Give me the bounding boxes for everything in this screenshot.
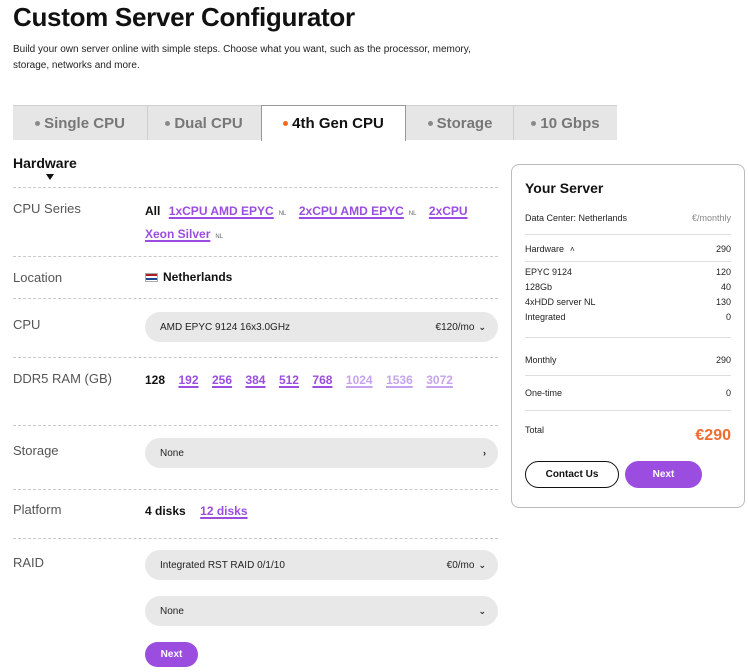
raid-secondary-select[interactable]: None ⌄ xyxy=(145,596,498,626)
cpu-select-value: AMD EPYC 9124 16x3.0GHz xyxy=(160,321,291,333)
ram-options: 128 192 256 384 512 768 1024 1536 3072 xyxy=(145,371,485,389)
divider xyxy=(13,538,498,539)
bullet-icon xyxy=(283,121,289,126)
bullet-icon xyxy=(531,120,537,126)
ram-option-1024[interactable]: 1024 xyxy=(346,373,373,387)
raid-select-price: €0/mo xyxy=(446,559,475,571)
summary-item-row: 128Gb 40 xyxy=(525,282,731,292)
storage-label: Storage xyxy=(13,443,59,458)
ram-option-128[interactable]: 128 xyxy=(145,373,165,387)
cpu-series-option-1xcpu-amd-epyc[interactable]: 1xCPU AMD EPYC NL xyxy=(169,202,291,219)
chevron-down-icon: ⌄ xyxy=(478,559,486,570)
summary-divider xyxy=(525,375,731,376)
tab-10-gbps[interactable]: 10 Gbps xyxy=(514,106,617,140)
cpu-series-option-2xcpu-amd-epyc[interactable]: 2xCPU AMD EPYC NL xyxy=(299,202,421,219)
ram-option-512[interactable]: 512 xyxy=(279,373,299,387)
summary-unit-label: €/monthly xyxy=(691,213,731,223)
platform-option-12-disks[interactable]: 12 disks xyxy=(200,504,247,518)
bullet-icon xyxy=(165,120,171,126)
cpu-series-label: CPU Series xyxy=(13,201,81,216)
platform-options: 4 disks 12 disks xyxy=(145,502,258,520)
summary-next-button[interactable]: Next xyxy=(625,461,702,488)
ram-option-192[interactable]: 192 xyxy=(178,373,198,387)
bullet-icon xyxy=(35,120,41,126)
cpu-label: CPU xyxy=(13,317,41,332)
ram-option-384[interactable]: 384 xyxy=(245,373,265,387)
summary-datacenter-row: Data Center: Netherlands €/monthly xyxy=(525,213,731,223)
tab-single-cpu[interactable]: Single CPU xyxy=(13,106,147,140)
chevron-down-icon: ⌄ xyxy=(478,605,486,616)
raid-select[interactable]: Integrated RST RAID 0/1/10 €0/mo ⌄ xyxy=(145,550,498,580)
platform-option-4-disks[interactable]: 4 disks xyxy=(145,504,186,518)
location-label: Location xyxy=(13,270,63,285)
summary-title: Your Server xyxy=(525,180,604,196)
summary-divider xyxy=(525,337,731,338)
divider xyxy=(13,357,498,358)
summary-onetime-value: 0 xyxy=(725,388,731,398)
raid-label: RAID xyxy=(13,555,45,570)
cpu-select[interactable]: AMD EPYC 9124 16x3.0GHz €120/mo ⌄ xyxy=(145,312,498,342)
platform-label: Platform xyxy=(13,502,62,517)
summary-monthly-label: Monthly xyxy=(525,355,557,365)
ram-label: DDR5 RAM (GB) xyxy=(13,371,112,386)
summary-hardware-value: 290 xyxy=(715,244,731,254)
divider xyxy=(13,256,498,257)
tab-storage[interactable]: Storage xyxy=(407,106,513,140)
summary-total-row: Total €290 xyxy=(525,425,731,445)
summary-hardware-label: Hardware xyxy=(525,244,565,254)
page-title: Custom Server Configurator xyxy=(13,2,355,32)
location-option-netherlands[interactable]: Netherlands xyxy=(145,270,232,284)
summary-item-row: Integrated 0 xyxy=(525,312,731,322)
ram-option-768[interactable]: 768 xyxy=(312,373,332,387)
server-summary-panel: Your Server Data Center: Netherlands €/m… xyxy=(511,164,745,508)
summary-divider xyxy=(525,410,731,411)
storage-select[interactable]: None › xyxy=(145,438,498,468)
caret-up-icon[interactable]: ˄ xyxy=(570,245,575,254)
summary-divider xyxy=(525,234,731,235)
storage-select-value: None xyxy=(160,447,184,459)
divider xyxy=(13,298,498,299)
chevron-right-icon: › xyxy=(483,448,486,458)
summary-onetime-label: One-time xyxy=(525,388,563,398)
chevron-down-icon: ⌄ xyxy=(478,321,486,332)
raid-select-value: Integrated RST RAID 0/1/10 xyxy=(160,559,285,571)
summary-datacenter-label: Data Center: Netherlands xyxy=(525,213,628,223)
summary-total-value: €290 xyxy=(695,427,731,444)
summary-hardware-row[interactable]: Hardware ˄ 290 xyxy=(525,244,731,254)
netherlands-flag-icon xyxy=(145,272,158,282)
summary-onetime-row: One-time 0 xyxy=(525,388,731,398)
cpu-series-options: All 1xCPU AMD EPYC NL 2xCPU AMD EPYC NL 2x… xyxy=(145,201,485,247)
summary-monthly-row: Monthly 290 xyxy=(525,355,731,365)
cpu-series-option-all[interactable]: All xyxy=(145,204,160,218)
divider xyxy=(13,425,498,426)
cpu-select-price: €120/mo xyxy=(435,321,475,333)
summary-item-row: 4xHDD server NL 130 xyxy=(525,297,731,307)
product-tabs: Single CPU Dual CPU 4th Gen CPU Storage … xyxy=(13,105,617,141)
caret-down-icon[interactable] xyxy=(46,174,54,180)
summary-item-row: EPYC 9124 120 xyxy=(525,267,731,277)
page-subtitle: Build your own server online with simple… xyxy=(13,44,471,71)
ram-option-3072[interactable]: 3072 xyxy=(426,373,453,387)
tab-dual-cpu[interactable]: Dual CPU xyxy=(148,106,260,140)
ram-option-256[interactable]: 256 xyxy=(212,373,232,387)
tab-4th-gen-cpu[interactable]: 4th Gen CPU xyxy=(261,105,406,141)
hardware-heading: Hardware xyxy=(13,155,77,171)
divider xyxy=(13,489,498,490)
contact-us-button[interactable]: Contact Us xyxy=(525,461,619,488)
bullet-icon xyxy=(427,120,433,126)
divider xyxy=(13,187,498,188)
ram-option-1536[interactable]: 1536 xyxy=(386,373,413,387)
raid-secondary-select-value: None xyxy=(160,605,184,617)
summary-total-label: Total xyxy=(525,425,545,435)
summary-monthly-value: 290 xyxy=(715,355,731,365)
hardware-next-button[interactable]: Next xyxy=(145,642,198,667)
summary-divider xyxy=(525,261,731,262)
